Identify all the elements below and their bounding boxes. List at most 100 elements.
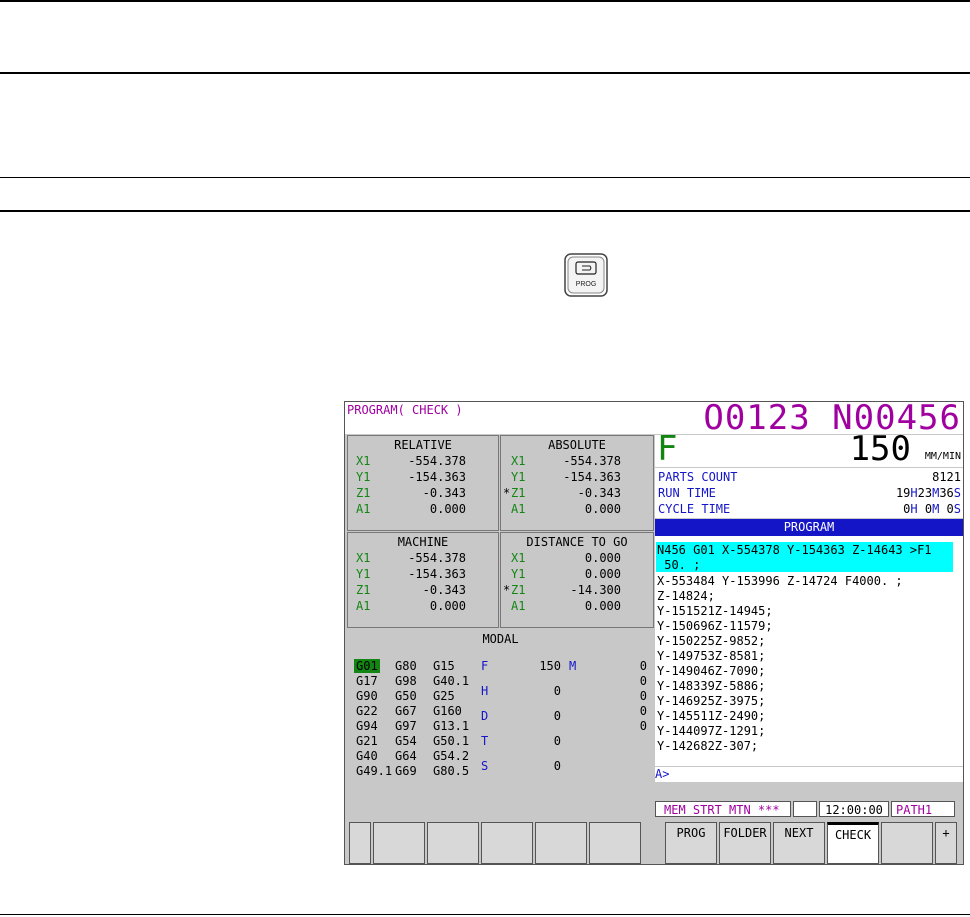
softkey-prog[interactable]: PROG (665, 822, 717, 864)
axis-label: Y1 (511, 470, 526, 484)
softkey-blank-4[interactable] (535, 822, 587, 864)
m-code-value: 0 (639, 659, 647, 673)
axis-value: -0.343 (422, 583, 466, 597)
page-rule-top (0, 0, 970, 2)
cycle-time-hours-unit: H (910, 502, 918, 516)
feedrate-value: 150 (849, 429, 911, 469)
gcode: G40 (356, 749, 378, 763)
page-rule-2 (0, 72, 970, 74)
axis-label: X1 (511, 454, 526, 468)
softkey-blank-3[interactable] (481, 822, 533, 864)
axis-value: 0.000 (584, 502, 621, 516)
gcode: G80.5 (433, 764, 470, 778)
softkey-blank-2[interactable] (427, 822, 479, 864)
gcode: G98 (395, 674, 417, 688)
axis-label: X1 (511, 551, 526, 565)
softkey-blank-5[interactable] (589, 822, 641, 864)
run-time-hours: 19 (895, 486, 911, 500)
axis-value: -554.378 (408, 551, 466, 565)
program-line: Y-146925Z-3975; (657, 694, 766, 708)
feed-code-value: 150 (539, 659, 561, 673)
run-time-seconds: 36 (939, 486, 954, 500)
cycle-time-minutes-unit: M (932, 502, 940, 516)
program-line: Y-144097Z-1291; (657, 724, 766, 738)
run-time-seconds-unit: S (953, 486, 961, 500)
m-code-label: M (569, 659, 577, 673)
axis-marker: * (503, 486, 511, 500)
h-code-value: 0 (553, 684, 561, 698)
program-line: Y-151521Z-14945; (657, 604, 773, 618)
gcode: G80 (395, 659, 417, 673)
gcode: G54 (395, 734, 417, 748)
axis-label: Y1 (511, 567, 526, 581)
panel-title: RELATIVE (394, 438, 452, 452)
program-line: Y-145511Z-2490; (657, 709, 766, 723)
run-time-label: RUN TIME (658, 486, 716, 500)
axis-value: 0.000 (584, 567, 621, 581)
relative-panel: RELATIVE X1 -554.378 Y1 -154.363 Z1 -0.3… (347, 435, 499, 531)
distance-to-go-panel: DISTANCE TO GO X1 0.000 Y1 0.000 * Z1 -1… (500, 532, 654, 628)
status-mode: MEM STRT MTN *** (655, 801, 791, 817)
gcode: G49.1 (356, 764, 393, 778)
s-code-label: S (481, 759, 489, 773)
program-line: Z-14824; (657, 589, 715, 603)
input-prompt: A> (655, 767, 670, 781)
feedrate-label: F (657, 429, 678, 469)
key-input-buffer[interactable]: A> (655, 767, 963, 782)
gcode: G22 (356, 704, 378, 718)
axis-value: -154.363 (563, 470, 621, 484)
page-rule-3 (0, 177, 970, 178)
screen-title: PROGRAM( CHECK ) (347, 403, 463, 417)
axis-label: X1 (356, 454, 371, 468)
prog-key-icon[interactable]: PROG (564, 253, 608, 297)
axis-label: Y1 (356, 470, 371, 484)
program-listing[interactable]: N456 G01 X-554378 Y-154363 Z-14643 >F1 5… (655, 536, 963, 766)
axis-label: Z1 (511, 583, 526, 597)
axis-value: -554.378 (563, 454, 621, 468)
gcode: G17 (356, 674, 378, 688)
counters-panel: PARTS COUNT 8121 RUN TIME 19H23M36S CYCL… (655, 468, 963, 518)
axis-label: A1 (356, 502, 371, 516)
gcode: G94 (356, 719, 378, 733)
gcode: G67 (395, 704, 417, 718)
status-path: PATH1 (891, 801, 955, 817)
program-line: Y-148339Z-5886; (657, 679, 766, 693)
parts-count-label: PARTS COUNT (658, 470, 738, 484)
gcode: G160 (433, 704, 462, 718)
softkey-check[interactable]: CHECK (827, 822, 879, 864)
t-code-value: 0 (553, 734, 561, 748)
program-line: Y-142682Z-307; (657, 739, 759, 753)
gcode: G64 (395, 749, 417, 763)
gcode: G50 (395, 689, 417, 703)
gcode: G21 (356, 734, 378, 748)
softkey-blank-6[interactable] (881, 822, 933, 864)
cycle-time-label: CYCLE TIME (658, 502, 731, 516)
gcode: G90 (356, 689, 378, 703)
m-code-value: 0 (639, 719, 647, 733)
program-line: Y-149046Z-7090; (657, 664, 766, 678)
axis-label: Z1 (356, 486, 371, 500)
softkey-folder[interactable]: FOLDER (719, 822, 771, 864)
gcode: G50.1 (433, 734, 470, 748)
run-time-hours-unit: H (910, 486, 918, 500)
program-header: PROGRAM (655, 519, 963, 536)
run-time-value: 19H23M36S (896, 486, 961, 500)
feedrate-display: F 150 MM/MIN (655, 429, 963, 469)
softkey-continue[interactable]: + (935, 822, 957, 864)
d-code-label: D (481, 709, 489, 723)
axis-value: 0.000 (429, 599, 466, 613)
softkey-blank-1[interactable] (373, 822, 425, 864)
softkey-next[interactable]: NEXT (773, 822, 825, 864)
m-code-value: 0 (639, 704, 647, 718)
page-rule-4 (0, 210, 970, 212)
panel-title: ABSOLUTE (548, 438, 606, 452)
axis-value: -154.363 (408, 470, 466, 484)
axis-label: Z1 (356, 583, 371, 597)
axis-label: A1 (356, 599, 371, 613)
axis-value: -14.300 (570, 583, 621, 597)
program-line: Y-150696Z-11579; (657, 619, 773, 633)
panel-title: DISTANCE TO GO (526, 535, 628, 549)
feedrate-unit: MM/MIN (924, 451, 961, 462)
softkey-return[interactable] (349, 822, 371, 864)
status-clock: 12:00:00 (819, 801, 889, 817)
